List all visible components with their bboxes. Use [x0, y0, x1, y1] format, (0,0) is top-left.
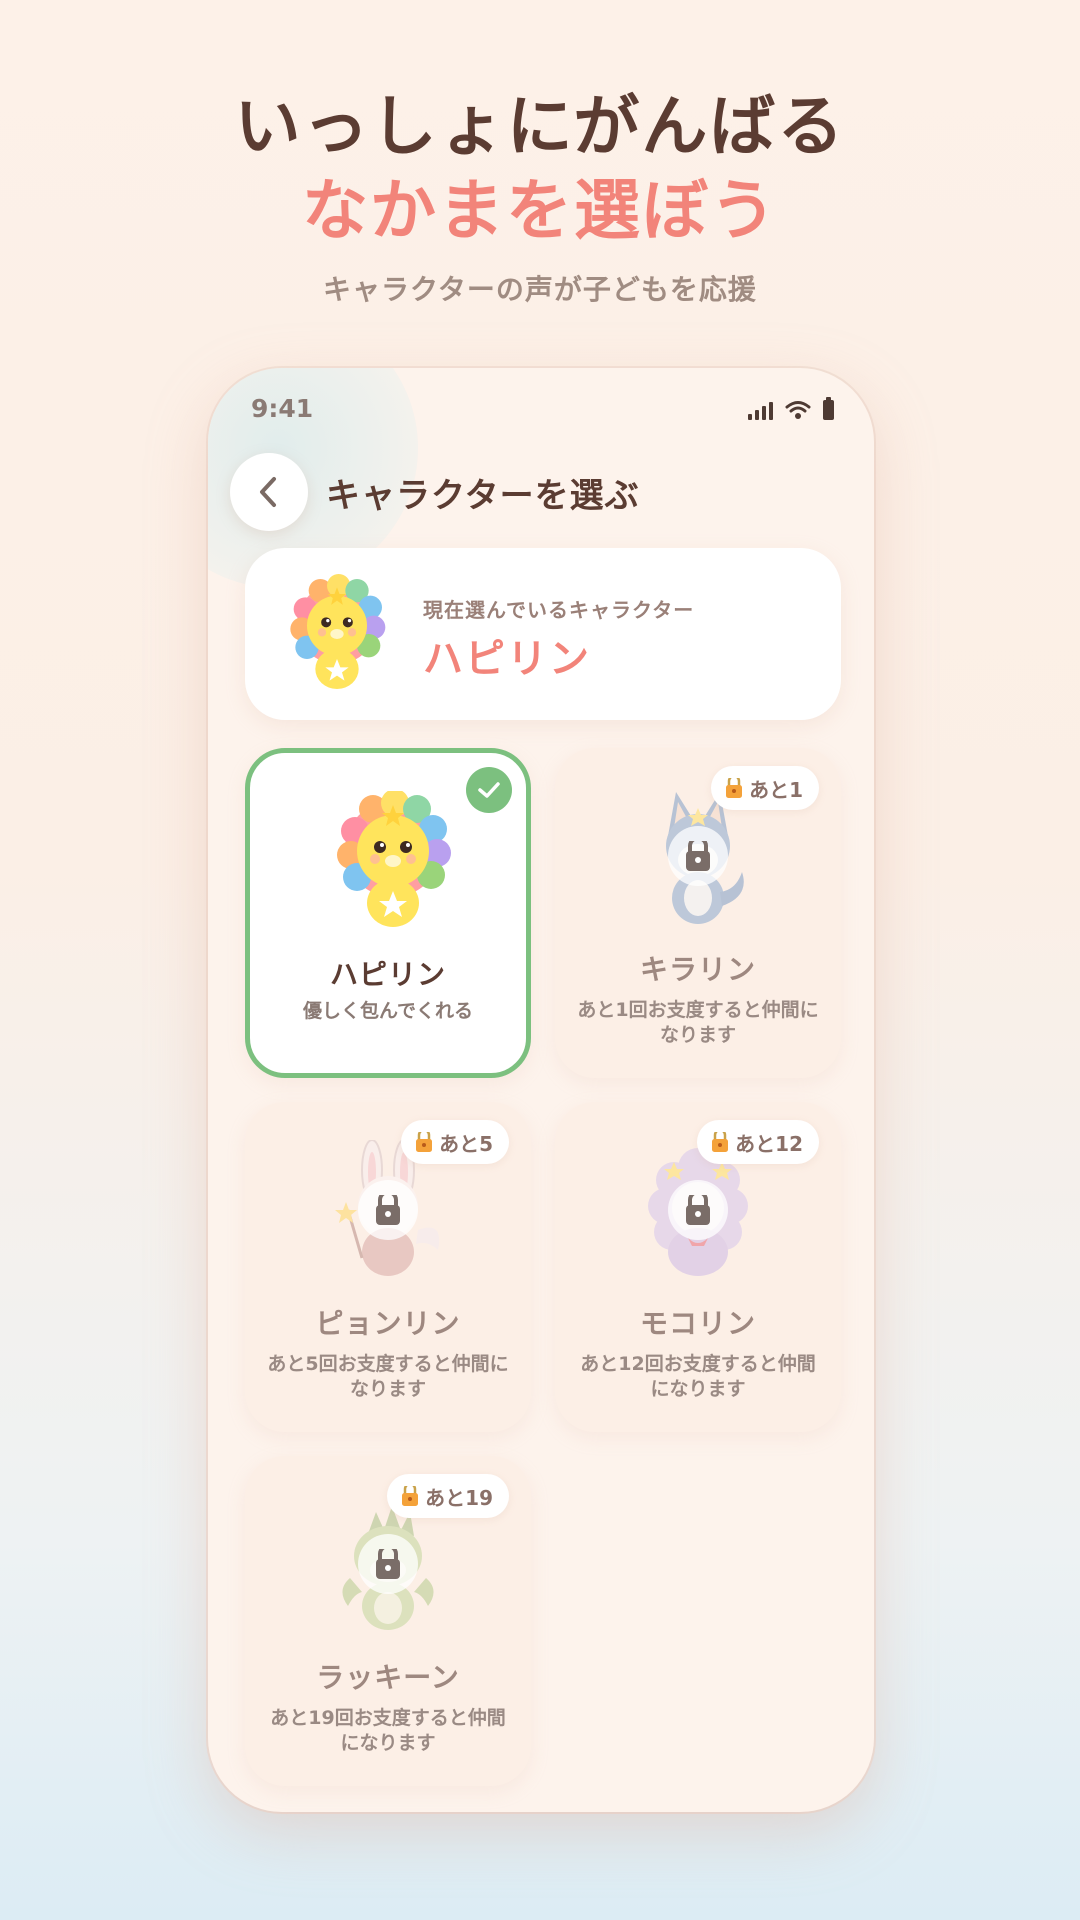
- character-desc: あと12回お支度すると仲間になります: [580, 1353, 816, 1400]
- status-icons: [748, 397, 834, 420]
- unlock-badge-text: あと12: [735, 1131, 803, 1156]
- current-character-avatar: [290, 574, 386, 689]
- character-desc: あと19回お支度すると仲間になります: [270, 1707, 506, 1754]
- character-card-mokorin[interactable]: あと12 モコリン あと12回お支度すると仲間になります: [555, 1102, 841, 1432]
- current-character-label: 現在選んでいるキャラクター: [423, 598, 695, 622]
- selected-check-icon: [466, 767, 512, 813]
- back-button[interactable]: [230, 453, 308, 531]
- headline-line-1: いっしょにがんばる: [234, 88, 846, 165]
- unlock-badge: あと19: [387, 1474, 509, 1518]
- status-time: 9:41: [251, 394, 314, 423]
- character-card-rakkiin[interactable]: あと19 ラッキーン あと19回お支度すると仲間になります: [245, 1456, 531, 1786]
- current-character-card: 現在選んでいるキャラクター ハピリン: [245, 548, 841, 720]
- character-desc: あと5回お支度すると仲間になります: [267, 1353, 509, 1400]
- unlock-badge-text: あと5: [439, 1131, 493, 1156]
- character-card-kirarin[interactable]: あと1 キラリン あと1回お支度すると仲間になります: [555, 748, 841, 1078]
- character-card-pyonrin[interactable]: あと5 ピョンリン あと5回お支度すると仲間になります: [245, 1102, 531, 1432]
- lock-icon: [358, 1534, 418, 1594]
- unlock-badge: あと12: [697, 1120, 819, 1164]
- hero-headline: いっしょにがんばる なかまを選ぼう: [0, 85, 1080, 253]
- unlock-badge-text: あと1: [749, 777, 803, 802]
- page-title: キャラクターを選ぶ: [326, 475, 640, 516]
- character-name: ラッキーン: [316, 1661, 460, 1694]
- padlock-icon: [415, 1132, 434, 1152]
- padlock-icon: [725, 778, 744, 798]
- unlock-badge: あと1: [711, 766, 819, 810]
- status-bar: 9:41: [251, 392, 834, 432]
- signal-icon: [748, 402, 773, 420]
- wifi-icon: [785, 401, 811, 419]
- character-desc: 優しく包んでくれる: [302, 1000, 474, 1022]
- padlock-icon: [711, 1132, 730, 1152]
- phone-frame: 9:41 キャラクターを選ぶ 現在選んでいるキャラクター ハピリン ハピリン 優…: [208, 368, 874, 1812]
- nav-bar: キャラクターを選ぶ: [230, 452, 640, 532]
- character-name: キラリン: [639, 953, 756, 986]
- padlock-icon: [401, 1486, 420, 1506]
- character-name: ハピリン: [329, 958, 446, 991]
- character-desc: あと1回お支度すると仲間になります: [577, 999, 819, 1046]
- character-name: モコリン: [639, 1307, 756, 1340]
- chevron-left-icon: [260, 477, 276, 507]
- lock-icon: [668, 1180, 728, 1240]
- unlock-badge-text: あと19: [425, 1485, 493, 1510]
- character-card-hapirin[interactable]: ハピリン 優しく包んでくれる: [245, 748, 531, 1078]
- current-character-name: ハピリン: [423, 636, 591, 682]
- lock-icon: [358, 1180, 418, 1240]
- unlock-badge: あと5: [401, 1120, 509, 1164]
- lock-icon: [668, 826, 728, 886]
- headline-line-2: なかまを選ぼう: [302, 172, 778, 249]
- battery-icon: [823, 397, 834, 420]
- character-name: ピョンリン: [315, 1307, 461, 1340]
- headline-subtitle: キャラクターの声が子どもを応援: [323, 273, 757, 306]
- character-image-hapirin: [337, 791, 451, 927]
